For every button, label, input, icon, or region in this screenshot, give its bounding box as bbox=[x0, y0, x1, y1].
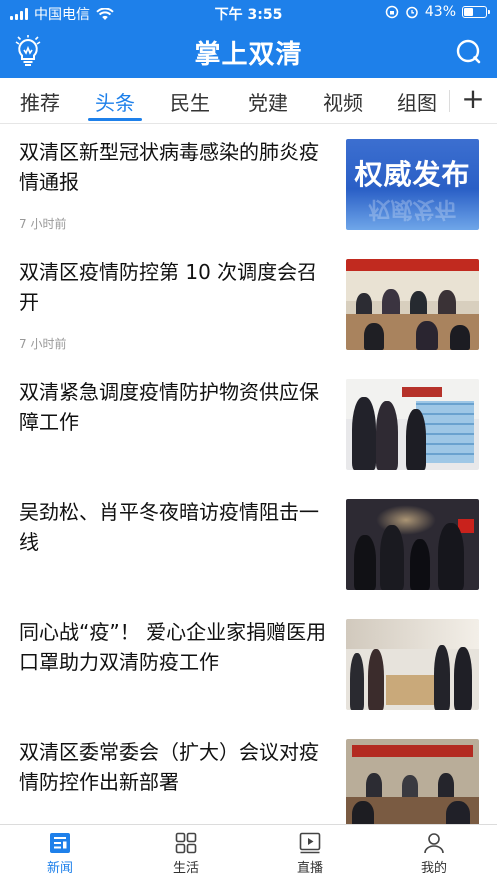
alarm-icon bbox=[406, 6, 418, 19]
bottom-nav: 新闻 生活 直播 我的 bbox=[0, 824, 497, 883]
news-thumbnail[interactable]: 权威发布 权威发布 bbox=[346, 139, 479, 230]
news-title[interactable]: 双清紧急调度疫情防护物资供应保障工作 bbox=[19, 377, 331, 437]
news-item[interactable]: 双清区新型冠状病毒感染的肺炎疫情通报 7 小时前 权威发布 权威发布 bbox=[0, 124, 497, 244]
search-icon[interactable] bbox=[455, 38, 483, 66]
news-thumbnail[interactable] bbox=[346, 379, 479, 470]
nav-label: 直播 bbox=[296, 861, 323, 876]
play-icon bbox=[299, 832, 321, 854]
news-item[interactable]: 同心战“疫”！ 爱心企业家捐赠医用口罩助力双清防疫工作 bbox=[0, 604, 497, 724]
news-time: 7 小时前 bbox=[19, 337, 67, 351]
nav-label: 我的 bbox=[420, 861, 447, 876]
news-item[interactable]: 双清区委常委会（扩大）会议对疫情防控作出新部署 bbox=[0, 724, 497, 824]
tab-minsheng[interactable]: 民生 bbox=[170, 87, 210, 116]
thumbnail-caption-reflection: 权威发布 bbox=[368, 196, 457, 221]
news-thumbnail[interactable] bbox=[346, 739, 479, 824]
nav-life[interactable]: 生活 bbox=[126, 831, 246, 876]
status-right: 43% bbox=[385, 4, 490, 20]
user-icon bbox=[424, 833, 444, 854]
news-item[interactable]: 吴劲松、肖平冬夜暗访疫情阻击一线 bbox=[0, 484, 497, 604]
news-thumbnail[interactable] bbox=[346, 619, 479, 710]
tab-dangjian[interactable]: 党建 bbox=[248, 87, 288, 116]
nav-label: 生活 bbox=[172, 861, 199, 876]
news-item[interactable]: 双清紧急调度疫情防护物资供应保障工作 bbox=[0, 364, 497, 484]
active-tab-indicator bbox=[88, 118, 142, 121]
app-title: 掌上双清 bbox=[194, 40, 303, 70]
news-title[interactable]: 同心战“疫”！ 爱心企业家捐赠医用口罩助力双清防疫工作 bbox=[19, 617, 331, 677]
tab-shipin[interactable]: 视频 bbox=[323, 87, 363, 116]
news-title[interactable]: 双清区疫情防控第 10 次调度会召开 bbox=[19, 257, 331, 317]
nav-me[interactable]: 我的 bbox=[374, 831, 494, 876]
news-item[interactable]: 双清区疫情防控第 10 次调度会召开 7 小时前 bbox=[0, 244, 497, 364]
add-channel-button[interactable]: + bbox=[458, 84, 488, 114]
tab-divider bbox=[449, 90, 450, 112]
rotation-lock-icon bbox=[385, 5, 399, 19]
app-bar: 掌上双清 bbox=[0, 26, 497, 78]
news-feed[interactable]: 双清区新型冠状病毒感染的肺炎疫情通报 7 小时前 权威发布 权威发布 双清区疫情… bbox=[0, 124, 497, 824]
news-thumbnail[interactable] bbox=[346, 499, 479, 590]
battery-percent: 43% bbox=[424, 4, 456, 20]
category-tabs: 推荐 头条 民生 党建 视频 组图 + bbox=[0, 78, 497, 124]
tab-toutiao[interactable]: 头条 bbox=[95, 87, 135, 116]
battery-icon bbox=[462, 6, 490, 18]
news-time: 7 小时前 bbox=[19, 217, 67, 231]
thumbnail-caption: 权威发布 bbox=[354, 158, 471, 191]
app-header: 中国电信 下午 3:55 43% 掌上双清 bbox=[0, 0, 497, 78]
nav-news[interactable]: 新闻 bbox=[0, 831, 120, 876]
status-bar: 中国电信 下午 3:55 43% bbox=[0, 0, 497, 26]
grid-icon bbox=[175, 832, 197, 854]
news-title[interactable]: 双清区委常委会（扩大）会议对疫情防控作出新部署 bbox=[19, 737, 331, 797]
news-title[interactable]: 吴劲松、肖平冬夜暗访疫情阻击一线 bbox=[19, 497, 331, 557]
tab-tuijian[interactable]: 推荐 bbox=[20, 87, 60, 116]
nav-label: 新闻 bbox=[46, 861, 73, 876]
tab-zutu[interactable]: 组图 bbox=[397, 87, 437, 116]
nav-live[interactable]: 直播 bbox=[250, 831, 370, 876]
news-title[interactable]: 双清区新型冠状病毒感染的肺炎疫情通报 bbox=[19, 137, 331, 197]
news-icon bbox=[50, 833, 70, 853]
news-thumbnail[interactable] bbox=[346, 259, 479, 350]
